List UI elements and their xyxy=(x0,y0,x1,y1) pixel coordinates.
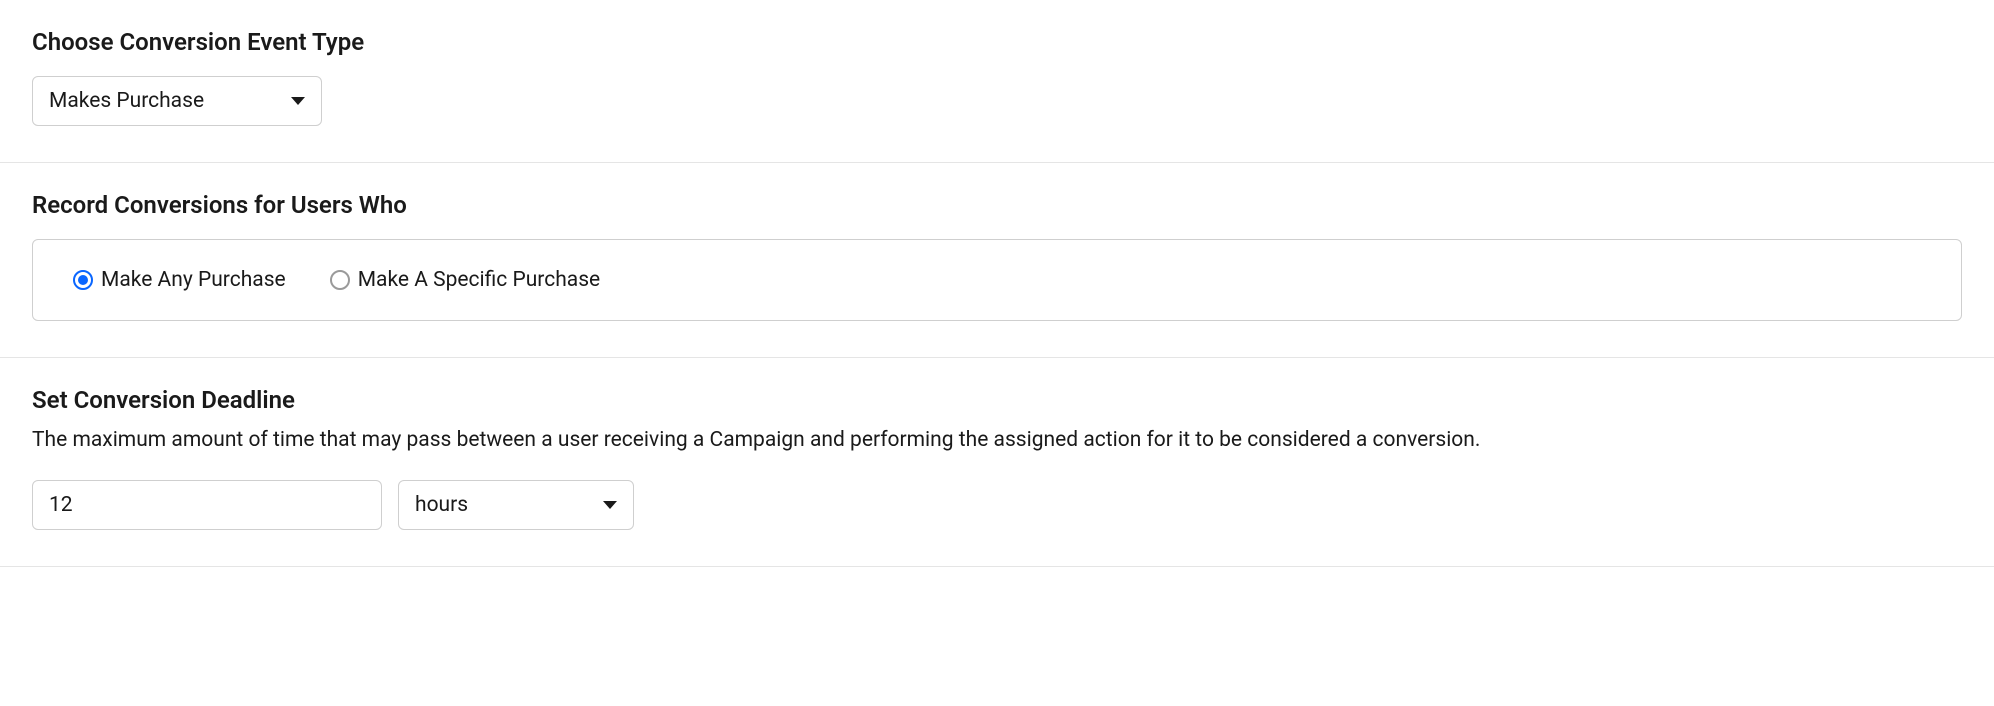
record-conversions-title: Record Conversions for Users Who xyxy=(32,191,1962,219)
record-radio-panel: Make Any Purchase Make A Specific Purcha… xyxy=(32,239,1962,321)
event-type-selected-value: Makes Purchase xyxy=(49,89,204,113)
deadline-row: hours xyxy=(32,480,1962,530)
radio-icon xyxy=(330,270,350,290)
radio-make-specific-purchase[interactable]: Make A Specific Purchase xyxy=(330,268,600,292)
deadline-value-input[interactable] xyxy=(32,480,382,530)
event-type-select[interactable]: Makes Purchase xyxy=(32,76,322,126)
radio-make-any-purchase[interactable]: Make Any Purchase xyxy=(73,268,286,292)
record-conversions-section: Record Conversions for Users Who Make An… xyxy=(0,163,1994,358)
radio-icon xyxy=(73,270,93,290)
set-deadline-title: Set Conversion Deadline xyxy=(32,386,1962,414)
set-deadline-description: The maximum amount of time that may pass… xyxy=(32,428,1962,452)
choose-event-type-title: Choose Conversion Event Type xyxy=(32,28,1962,56)
set-deadline-section: Set Conversion Deadline The maximum amou… xyxy=(0,358,1994,567)
deadline-unit-select[interactable]: hours xyxy=(398,480,634,530)
caret-down-icon xyxy=(291,97,305,105)
radio-label: Make Any Purchase xyxy=(101,268,286,292)
radio-dot-icon xyxy=(78,275,88,285)
deadline-unit-value: hours xyxy=(415,493,468,517)
caret-down-icon xyxy=(603,501,617,509)
radio-label: Make A Specific Purchase xyxy=(358,268,600,292)
choose-event-type-section: Choose Conversion Event Type Makes Purch… xyxy=(0,0,1994,163)
